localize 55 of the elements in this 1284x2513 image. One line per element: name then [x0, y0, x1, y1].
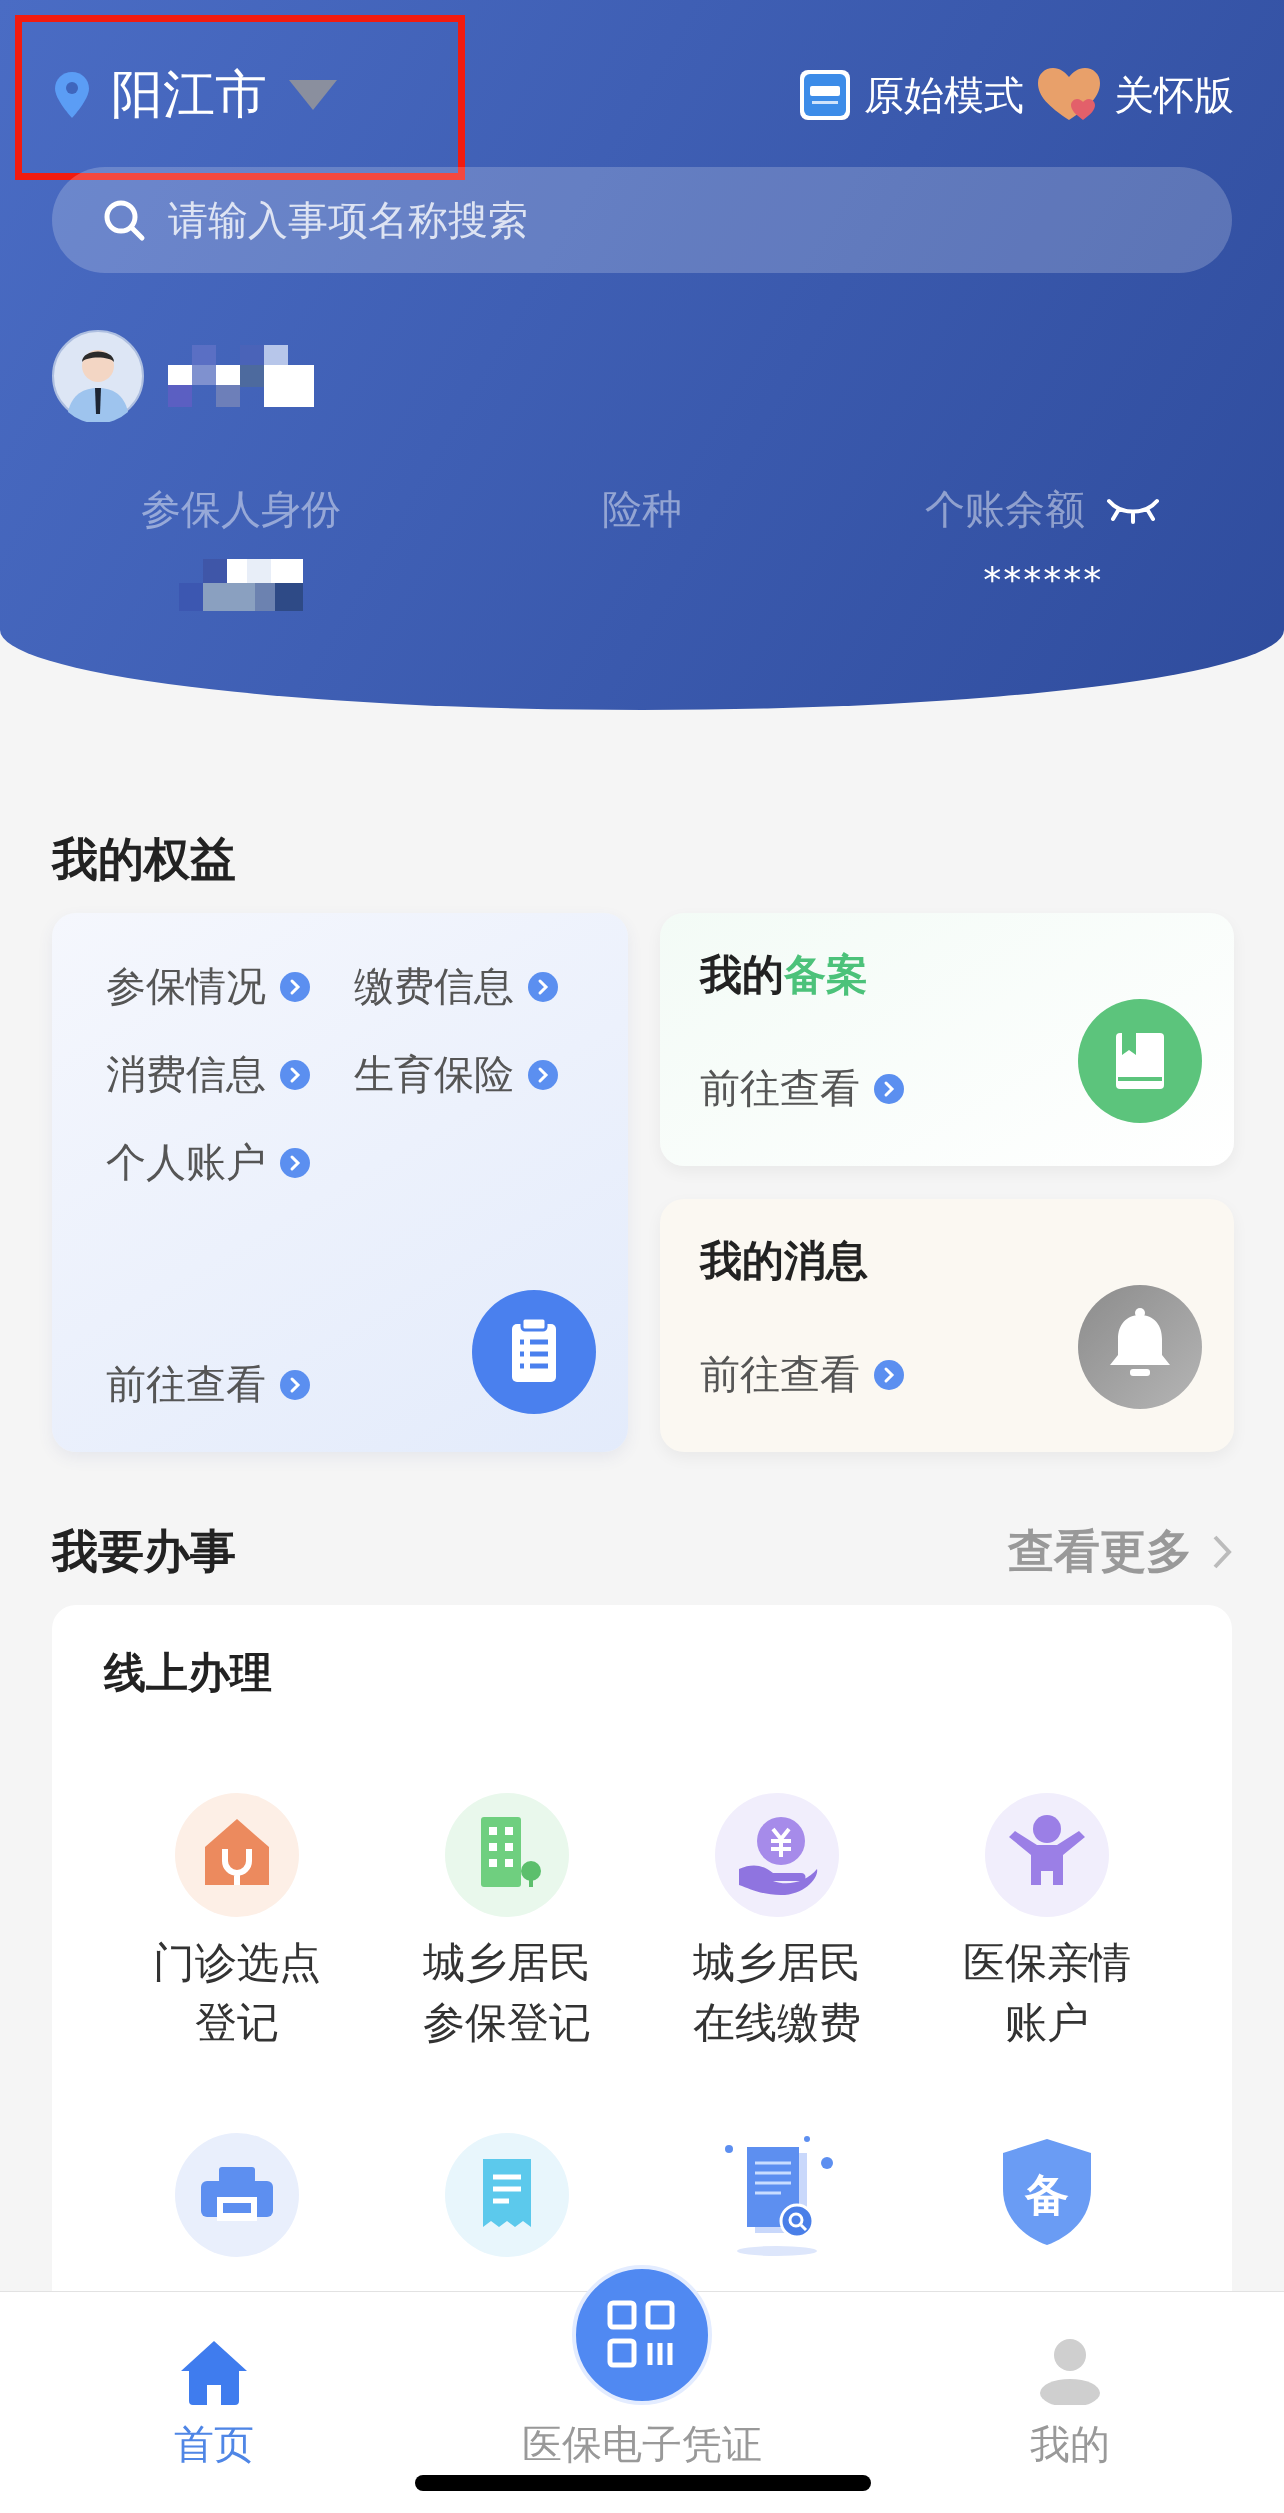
- balance-value: ******: [983, 559, 1104, 600]
- card-title: 我的消息: [700, 1235, 869, 1287]
- stat-label: 险种: [602, 485, 682, 534]
- chevron-icon: [280, 1369, 310, 1400]
- bell-icon: [1078, 1285, 1202, 1409]
- clipboard-icon: [472, 1290, 596, 1414]
- benefit-link[interactable]: 个人账户: [106, 1135, 354, 1190]
- benefit-link[interactable]: 消费信息: [106, 1047, 354, 1102]
- shortcut-card[interactable]: 我的消息 前往查看: [660, 1199, 1234, 1452]
- benefit-link[interactable]: 缴费信息: [354, 959, 602, 1014]
- benefit-link[interactable]: 生育保险: [354, 1047, 602, 1102]
- chevron-icon: [874, 1073, 904, 1104]
- coin-hand-icon[interactable]: [715, 1793, 839, 1917]
- view-link[interactable]: 前往查看: [700, 1347, 904, 1402]
- section-title: 我的权益: [52, 831, 237, 888]
- care-button[interactable]: 关怀版: [1038, 67, 1234, 123]
- nav-tab[interactable]: 首页: [0, 2292, 428, 2472]
- chevron-icon: [528, 1059, 558, 1090]
- service-label[interactable]: 门诊选点登记: [148, 1933, 326, 2053]
- card-title: 我的备案: [700, 949, 869, 1001]
- printer-icon[interactable]: [175, 2133, 299, 2257]
- chevron-icon: [528, 971, 558, 1002]
- card-title: 线上办理: [102, 1647, 273, 1699]
- chevron-icon: [280, 971, 310, 1002]
- section-title: 我要办事: [52, 1523, 236, 1580]
- building-icon[interactable]: [445, 1793, 569, 1917]
- home-icon: [181, 2339, 247, 2405]
- person-icon: [1040, 2339, 1100, 2405]
- view-link[interactable]: 前往查看: [106, 1357, 310, 1412]
- shield-label: 备: [1025, 2167, 1069, 2222]
- receipt-icon[interactable]: [445, 2133, 569, 2257]
- chevron-icon: [280, 1059, 310, 1090]
- book-icon: [1078, 999, 1202, 1123]
- chevron-icon: [280, 1147, 310, 1178]
- stat-label: 个账余额: [925, 485, 1086, 534]
- stat-label: 参保人身份: [140, 485, 341, 534]
- service-label[interactable]: 城乡居民在线缴费: [688, 1933, 866, 2053]
- service-label[interactable]: 医保亲情账户: [958, 1933, 1136, 2053]
- service-label[interactable]: 城乡居民参保登记: [418, 1933, 596, 2053]
- heart-icon: [1038, 68, 1100, 122]
- app-logo-icon: [800, 70, 850, 120]
- qr-code-button[interactable]: [572, 2265, 712, 2405]
- search-icon: [102, 198, 146, 242]
- city-name[interactable]: 阳江市: [111, 60, 267, 130]
- view-link[interactable]: 前往查看: [700, 1061, 904, 1116]
- shortcut-card[interactable]: 我的备案 前往查看: [660, 913, 1234, 1166]
- location-pin-icon: [55, 72, 89, 118]
- chevron-icon: [874, 1359, 904, 1390]
- chevron-right-icon: [1212, 1534, 1232, 1570]
- house-stethoscope-icon[interactable]: [175, 1793, 299, 1917]
- person-icon[interactable]: [985, 1793, 1109, 1917]
- dropdown-icon[interactable]: [289, 80, 337, 110]
- avatar-icon: [52, 330, 144, 422]
- benefit-link[interactable]: 参保情况: [106, 959, 354, 1014]
- mode-button[interactable]: 原始模式: [800, 67, 1024, 123]
